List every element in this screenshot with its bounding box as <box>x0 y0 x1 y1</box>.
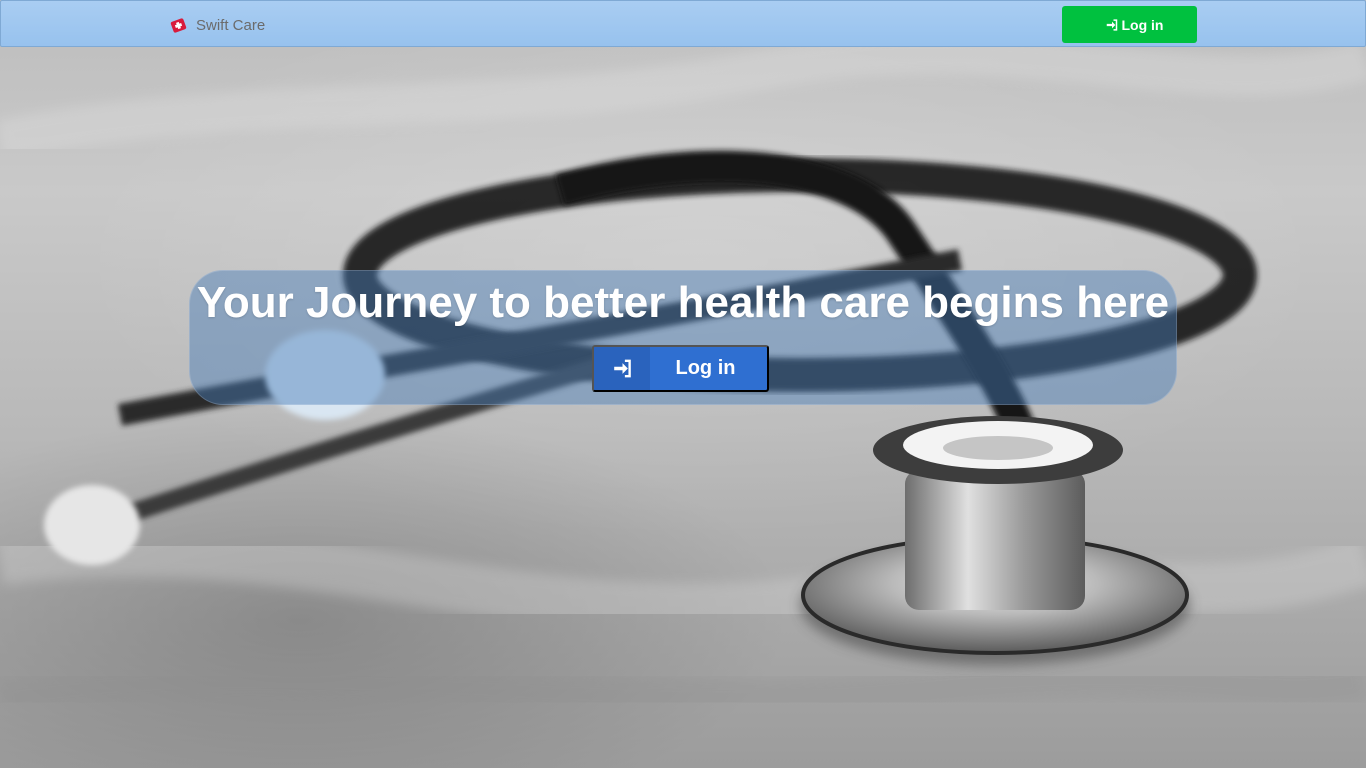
hero-login-label: Log in <box>675 357 736 379</box>
navbar-login-label: Log in <box>1121 16 1164 33</box>
hero-login-icon-box <box>594 347 650 390</box>
top-navbar: Swift Care Log in <box>0 0 1366 47</box>
navbar-login-button[interactable]: Log in <box>1062 6 1197 43</box>
medical-cross-icon <box>170 17 187 33</box>
brand-name: Swift Care <box>196 16 266 34</box>
hero-title: Your Journey to better health care begin… <box>196 278 1170 327</box>
sign-in-icon <box>1106 18 1117 31</box>
brand-link[interactable]: Swift Care <box>169 14 265 36</box>
sign-in-icon <box>613 359 631 378</box>
hero-login-button[interactable]: Log in <box>592 345 769 392</box>
